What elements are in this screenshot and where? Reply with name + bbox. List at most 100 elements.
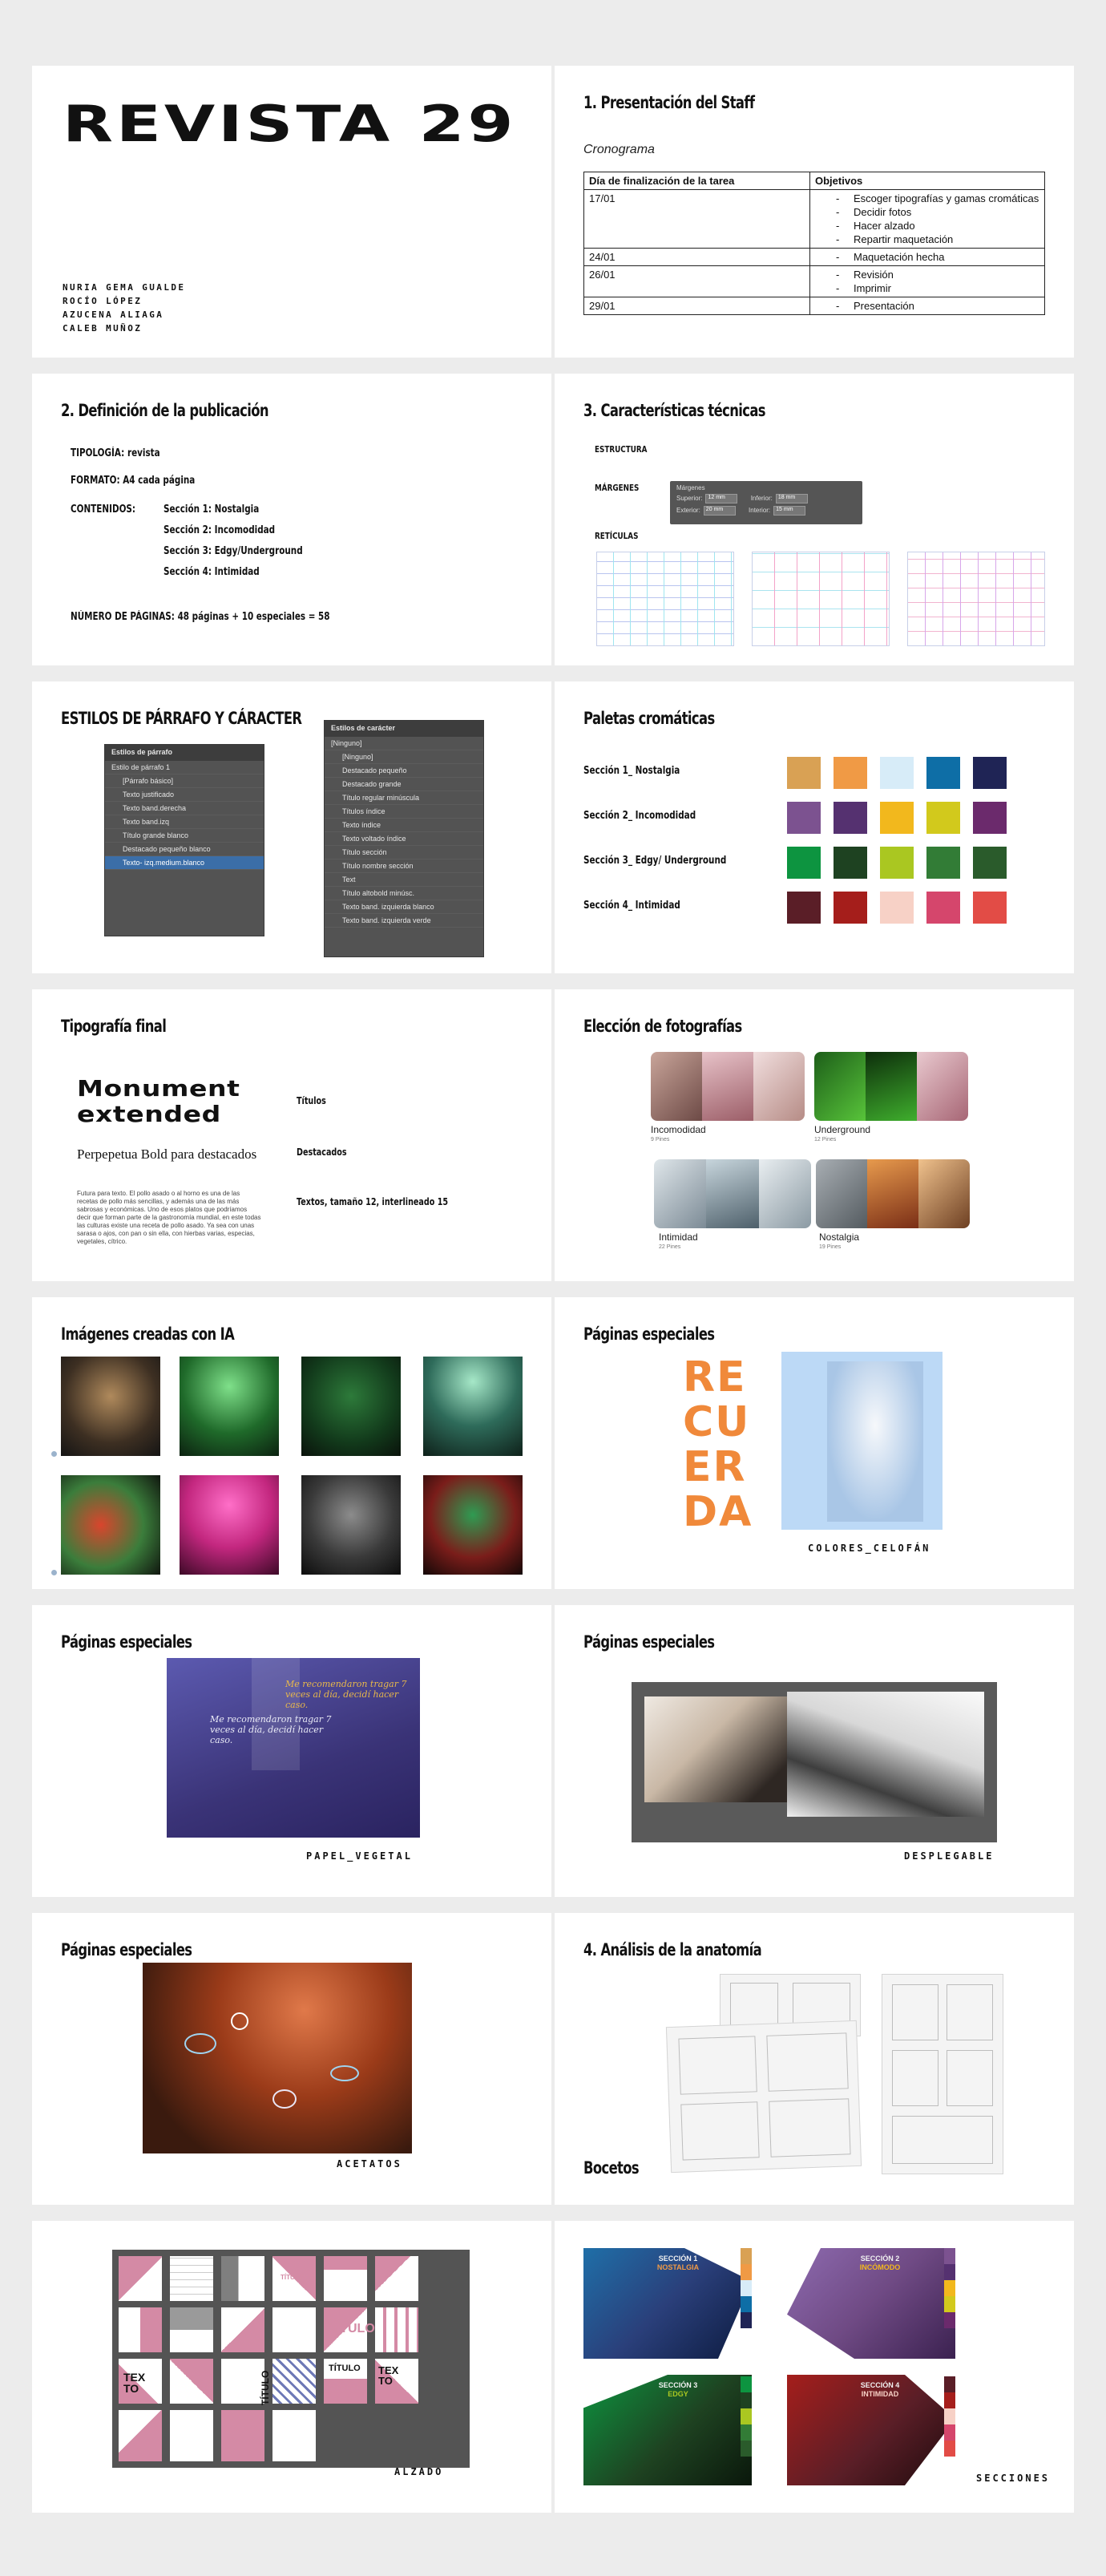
special-caption: DESPLEGABLE xyxy=(904,1850,995,1862)
special-pages-slide-1: Páginas especiales RE CU ER DA COLORES_C… xyxy=(555,1297,1074,1589)
margin-interior-field[interactable]: 15 mm xyxy=(773,506,806,516)
date-cell: 24/01 xyxy=(583,248,810,266)
style-item[interactable]: Destacado pequeño xyxy=(325,764,483,778)
alzado-page xyxy=(221,2307,264,2352)
section-card-title: SECCIÓN 1 NOSTALGIA xyxy=(654,2255,702,2272)
vellum-quote: Me recomendaron tragar 7 veces al día, d… xyxy=(210,1714,332,1745)
style-item[interactable]: Título nombre sección xyxy=(325,859,483,873)
slide-title: 3. Características técnicas xyxy=(583,401,765,420)
palette-row: Sección 1_ Nostalgia xyxy=(583,757,1048,789)
style-item[interactable]: [Párrafo básico] xyxy=(105,774,264,788)
color-swatch xyxy=(926,757,960,789)
board-incomodidad[interactable] xyxy=(651,1052,805,1121)
style-item[interactable]: Título regular minúscula xyxy=(325,791,483,805)
margin-exterior-field[interactable]: 20 mm xyxy=(703,506,736,516)
alzado-page xyxy=(119,2307,162,2352)
color-swatch xyxy=(834,892,867,924)
board-underground[interactable] xyxy=(814,1052,968,1121)
section-number: SECCIÓN 2 xyxy=(860,2255,900,2263)
board-pins: 9 Pines xyxy=(651,1137,670,1142)
board-pins: 22 Pines xyxy=(659,1244,681,1250)
alzado-page xyxy=(119,2410,162,2461)
style-item[interactable]: Text xyxy=(325,873,483,887)
recuerda-line: DA xyxy=(683,1488,753,1536)
panel-title: Estilos de carácter xyxy=(325,721,483,737)
special-caption: ACETATOS xyxy=(337,2158,402,2170)
style-item[interactable]: [Ninguno] xyxy=(325,750,483,764)
special-pages-slide-2: Páginas especiales Me recomendaron traga… xyxy=(32,1605,551,1897)
staff-member: AZUCENA ALIAGA xyxy=(63,309,164,320)
alzado-page xyxy=(221,2359,264,2404)
section-card-title: SECCIÓN 4 INTIMIDAD xyxy=(856,2381,904,2399)
panel-current-style[interactable]: Estilo de párrafo 1 xyxy=(105,761,264,774)
style-item[interactable]: Destacado grande xyxy=(325,778,483,791)
alzado-page xyxy=(324,2256,367,2301)
alzado-word: TÍTULO xyxy=(329,2364,361,2373)
alzado-word: TÍTULO xyxy=(329,2322,375,2335)
style-item[interactable]: Texto band. izquierda verde xyxy=(325,914,483,928)
style-item[interactable]: Texto voltado índice xyxy=(325,832,483,846)
color-swatch xyxy=(787,802,821,834)
palette-strip xyxy=(944,2248,955,2328)
margin-inferior-field[interactable]: 18 mm xyxy=(775,494,808,503)
alzado-page xyxy=(272,2359,316,2404)
alzado-caption: ALZADO xyxy=(394,2466,444,2477)
style-item[interactable]: Título altobold minúsc. xyxy=(325,887,483,900)
ai-image xyxy=(301,1475,401,1575)
section-number: SECCIÓN 1 xyxy=(658,2255,698,2263)
style-item[interactable]: Texto índice xyxy=(325,819,483,832)
sketch-page xyxy=(882,1974,1003,2174)
board-name: Incomodidad xyxy=(651,1124,706,1135)
color-swatch xyxy=(973,802,1007,834)
style-item[interactable]: Título grande blanco xyxy=(105,829,264,843)
recuerda-line: RE xyxy=(683,1353,747,1401)
style-item[interactable]: [Ninguno] xyxy=(325,737,483,750)
ai-image xyxy=(61,1357,160,1456)
margenes-label: MÁRGENES xyxy=(595,483,640,493)
palette-label: Sección 4_ Intimidad xyxy=(583,900,680,912)
anatomy-slide: 4. Análisis de la anatomía Bocetos xyxy=(555,1913,1074,2205)
board-nostalgia[interactable] xyxy=(816,1159,970,1228)
table-header: Objetivos xyxy=(809,172,1045,190)
alzado-page xyxy=(221,2410,264,2461)
board-pins: 12 Pines xyxy=(814,1137,837,1142)
task-item: Maquetación hecha xyxy=(854,250,1039,264)
alzado-page xyxy=(170,2410,213,2461)
recuerda-line: CU xyxy=(683,1398,751,1446)
section-number: SECCIÓN 3 xyxy=(658,2381,698,2389)
style-item[interactable]: Texto band.izq xyxy=(105,815,264,829)
task-item: Hacer alzado xyxy=(854,219,1039,233)
special-pages-slide-3: Páginas especiales DESPLEGABLE xyxy=(555,1605,1074,1897)
palette-label: Sección 1_ Nostalgia xyxy=(583,765,680,777)
color-swatch xyxy=(880,802,914,834)
schedule-table: Día de finalización de la tarea Objetivo… xyxy=(583,172,1045,315)
alzado-word: TÍTULO xyxy=(260,2370,271,2405)
style-item[interactable]: Títulos índice xyxy=(325,805,483,819)
style-item[interactable]: Texto band. izquierda blanco xyxy=(325,900,483,914)
style-item-selected[interactable]: Texto- izq.medium.blanco xyxy=(105,856,264,870)
page-count: NÚMERO DE PÁGINAS: 48 páginas + 10 espec… xyxy=(71,611,330,623)
style-item[interactable]: Título sección xyxy=(325,846,483,859)
margins-panel: Márgenes Superior: 12 mm Inferior: 18 mm E… xyxy=(670,481,862,524)
color-swatch xyxy=(880,847,914,879)
color-swatch xyxy=(787,847,821,879)
section-number: SECCIÓN 4 xyxy=(860,2381,900,2389)
task-item: Imprimir xyxy=(854,281,1039,295)
style-item[interactable]: Destacado pequeño blanco xyxy=(105,843,264,856)
style-item[interactable]: Texto justificado xyxy=(105,788,264,802)
color-swatch xyxy=(787,892,821,924)
section-card-title: SECCIÓN 3 EDGY xyxy=(654,2381,702,2399)
recuerda-text: RE CU ER DA xyxy=(683,1355,753,1535)
staff-member: CALEB MUÑOZ xyxy=(63,323,143,334)
special-caption: PAPEL_VEGETAL xyxy=(306,1850,413,1862)
styles-slide: ESTILOS DE PÁRRAFO Y CÁRACTER Estilos de… xyxy=(32,681,551,973)
staff-list: NURIA GEMA GUALDE ROCÍO LÓPEZ AZUCENA AL… xyxy=(63,281,185,335)
paragraph-styles-panel: Estilos de párrafo Estilo de párrafo 1 [… xyxy=(104,744,264,936)
table-header: Día de finalización de la tarea xyxy=(583,172,810,190)
alzado-page xyxy=(375,2307,418,2352)
style-item[interactable]: Texto band.derecha xyxy=(105,802,264,815)
figure-photo xyxy=(827,1361,923,1522)
board-intimidad[interactable] xyxy=(654,1159,811,1228)
monument-sample: Monument extended xyxy=(77,1075,240,1127)
margin-superior-field[interactable]: 12 mm xyxy=(705,494,738,503)
